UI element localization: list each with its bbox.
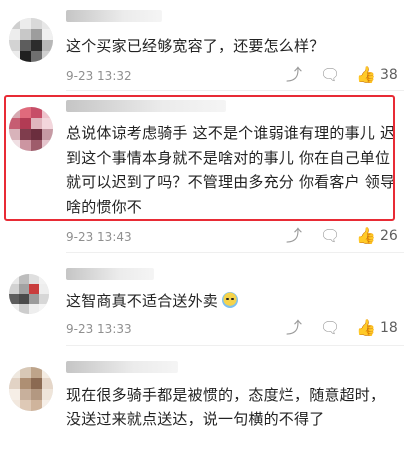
- comments-page: 这个买家已经够宽容了，还要怎么样？ 9-23 13:32 ⤴ 🗨 👍 38 总说…: [0, 0, 404, 465]
- comment-time: 9-23 13:32: [66, 69, 132, 83]
- avatar[interactable]: [9, 367, 53, 411]
- share-icon[interactable]: ⤴: [286, 66, 302, 84]
- like-count: 18: [380, 320, 398, 336]
- share-icon[interactable]: ⤴: [286, 227, 302, 245]
- share-icon[interactable]: ⤴: [286, 319, 302, 337]
- sweat-smile-emoji: [222, 292, 239, 308]
- username-blur: [66, 361, 178, 373]
- like-count: 26: [380, 228, 398, 244]
- username-blur: [66, 268, 154, 280]
- username-blur: [66, 10, 162, 22]
- comment-text: 这智商真不适合送外卖: [66, 289, 396, 313]
- reply-icon[interactable]: 🗨: [320, 227, 340, 245]
- divider: [66, 252, 404, 253]
- comment-text: 总说体谅考虑骑手 这不是个谁弱谁有理的事儿 迟到这个事情本身就不是啥对的事儿 你…: [66, 124, 396, 216]
- username-blur: [66, 100, 226, 112]
- avatar[interactable]: [9, 18, 53, 62]
- avatar[interactable]: [9, 274, 49, 314]
- like-count: 38: [380, 67, 398, 83]
- divider: [66, 345, 404, 346]
- reply-icon[interactable]: 🗨: [320, 66, 340, 84]
- reply-icon[interactable]: 🗨: [320, 319, 340, 337]
- thumb-up-icon[interactable]: 👍: [356, 319, 376, 337]
- comment-time: 9-23 13:33: [66, 322, 132, 336]
- comment-text: 现在很多骑手都是被惯的，态度烂，随意超时，没送过来就点送达，说一句横的不得了: [66, 386, 386, 428]
- comment-text: 这个买家已经够宽容了，还要怎么样？: [66, 37, 325, 55]
- avatar[interactable]: [9, 107, 53, 151]
- thumb-up-icon[interactable]: 👍: [356, 66, 376, 84]
- divider: [66, 90, 404, 91]
- comment-text-body: 这智商真不适合送外卖: [66, 292, 219, 310]
- comment-time: 9-23 13:43: [66, 230, 132, 244]
- thumb-up-icon[interactable]: 👍: [356, 227, 376, 245]
